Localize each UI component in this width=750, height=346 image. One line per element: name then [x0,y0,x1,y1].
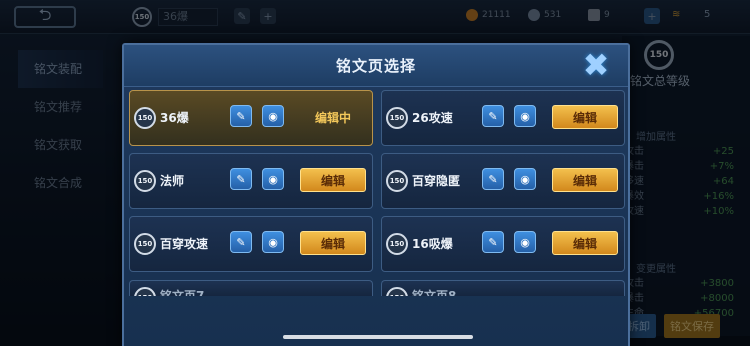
page-level-badge-icon: 150 [134,170,156,192]
eye-icon: ◉ [520,235,530,249]
editing-status: 编辑中 [314,111,351,125]
close-button[interactable]: ✖ [578,46,614,84]
page-select-dialog: 铭文页选择 ✖ 150 36爆 ✎ ◉ 编辑中 150 26攻速 ✎ ◉ 编辑 … [122,43,630,346]
page-card-current[interactable]: 150 36爆 ✎ ◉ 编辑中 [129,90,373,146]
eye-icon: ◉ [268,109,278,123]
page-card[interactable]: 150 法师 ✎ ◉ 编辑 [129,153,373,209]
rename-button[interactable]: ✎ [482,168,504,190]
page-card-partial[interactable]: 150 铭文页7 [129,280,373,296]
page-name: 铭文页7 [160,289,205,296]
rename-button[interactable]: ✎ [230,231,252,253]
dialog-title: 铭文页选择 [335,57,416,75]
page-card-partial[interactable]: 150 铭文页8 [381,280,625,296]
eye-icon: ◉ [268,172,278,186]
dialog-header: 铭文页选择 ✖ [124,45,628,87]
page-level-badge-icon: 150 [134,287,156,296]
page-card[interactable]: 150 百穿攻速 ✎ ◉ 编辑 [129,216,373,272]
page-level-badge-icon: 150 [386,107,408,129]
pencil-icon: ✎ [488,235,498,249]
page-name: 百穿攻速 [160,237,209,251]
rename-button[interactable]: ✎ [230,168,252,190]
rename-button[interactable]: ✎ [230,105,252,127]
page-level-badge-icon: 150 [386,233,408,255]
pencil-icon: ✎ [488,172,498,186]
page-card[interactable]: 150 26攻速 ✎ ◉ 编辑 [381,90,625,146]
edit-button[interactable]: 编辑 [552,168,618,192]
eye-icon: ◉ [268,235,278,249]
pencil-icon: ✎ [236,235,246,249]
pencil-icon: ✎ [488,109,498,123]
home-indicator[interactable] [283,335,473,339]
page-name: 16吸爆 [412,237,453,251]
rename-button[interactable]: ✎ [482,105,504,127]
preview-button[interactable]: ◉ [262,231,284,253]
edit-button[interactable]: 编辑 [300,168,366,192]
page-card[interactable]: 150 百穿隐匿 ✎ ◉ 编辑 [381,153,625,209]
page-card[interactable]: 150 16吸爆 ✎ ◉ 编辑 [381,216,625,272]
page-level-badge-icon: 150 [134,233,156,255]
page-name: 铭文页8 [412,289,457,296]
eye-icon: ◉ [520,109,530,123]
rename-button[interactable]: ✎ [482,231,504,253]
preview-button[interactable]: ◉ [262,105,284,127]
page-level-badge-icon: 150 [386,170,408,192]
page-name: 百穿隐匿 [412,174,461,188]
close-x-icon: ✖ [582,46,610,84]
edit-button[interactable]: 编辑 [552,231,618,255]
pencil-icon: ✎ [236,172,246,186]
edit-button[interactable]: 编辑 [300,231,366,255]
page-name: 36爆 [160,111,189,125]
preview-button[interactable]: ◉ [514,105,536,127]
pencil-icon: ✎ [236,109,246,123]
preview-button[interactable]: ◉ [514,231,536,253]
preview-button[interactable]: ◉ [262,168,284,190]
eye-icon: ◉ [520,172,530,186]
preview-button[interactable]: ◉ [514,168,536,190]
page-name: 26攻速 [412,111,453,125]
edit-button[interactable]: 编辑 [552,105,618,129]
page-level-badge-icon: 150 [134,107,156,129]
page-name: 法师 [160,174,185,188]
page-level-badge-icon: 150 [386,287,408,296]
